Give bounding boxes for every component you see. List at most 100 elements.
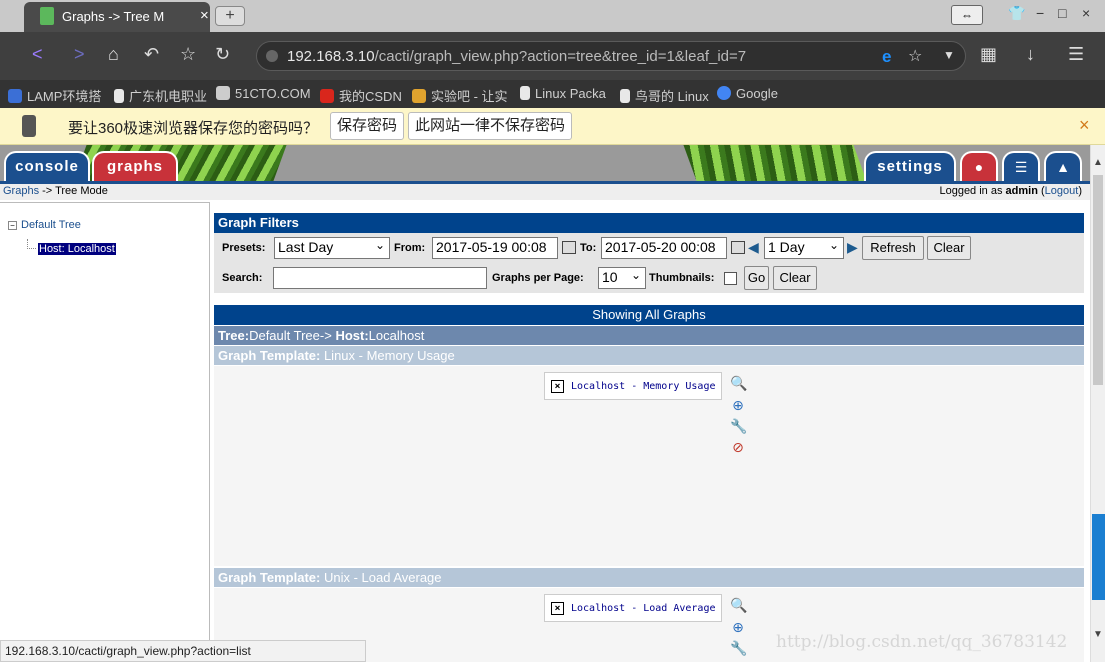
tab-console[interactable]: console: [4, 151, 90, 181]
properties-wrench-icon[interactable]: 🔧: [730, 418, 747, 434]
never-save-password-button[interactable]: 此网站一律不保存密码: [408, 112, 573, 140]
forward-icon[interactable]: >: [74, 44, 85, 65]
minimize-button[interactable]: −: [1036, 5, 1044, 21]
tab-title: Graphs -> Tree M: [62, 9, 165, 24]
bookmark-item[interactable]: 51CTO.COM: [216, 86, 311, 101]
graph-template-header: Graph Template: Linux - Memory Usage: [214, 346, 1084, 365]
timespan-select[interactable]: 1 Day ⌄: [764, 237, 844, 259]
scroll-up-icon[interactable]: ▲: [1093, 157, 1103, 168]
broken-image-icon: ×: [551, 380, 564, 393]
scroll-down-icon[interactable]: ▼: [1093, 629, 1103, 640]
bookmark-item[interactable]: 广东机电职业: [114, 86, 207, 105]
new-tab-button[interactable]: +: [215, 6, 245, 26]
list-view-icon[interactable]: ☰: [1002, 151, 1040, 181]
address-host: 192.168.3.10: [287, 48, 375, 65]
tree-connector: [27, 239, 36, 249]
header-leaf-graphic: [683, 145, 867, 181]
status-url-tooltip: 192.168.3.10/cacti/graph_view.php?action…: [0, 640, 366, 662]
graph-filters-title: Graph Filters: [214, 213, 1084, 233]
calendar-icon[interactable]: [731, 241, 745, 254]
to-date-input[interactable]: 2017-05-20 00:08: [601, 237, 727, 259]
breadcrumb: Graphs -> Tree Mode: [3, 185, 108, 197]
chevron-down-icon: ⌄: [828, 238, 839, 252]
export-csv-icon[interactable]: ⊕: [730, 619, 746, 635]
ie-mode-icon[interactable]: e: [882, 47, 891, 67]
bookmark-star-icon[interactable]: ☆: [908, 46, 922, 66]
favorite-icon[interactable]: ☆: [180, 44, 196, 65]
bookmark-item[interactable]: 我的CSDN: [320, 86, 402, 105]
broken-image-icon: ×: [551, 602, 564, 615]
collapse-toggle-icon[interactable]: −: [8, 221, 17, 230]
address-path: /cacti/graph_view.php?action=tree&tree_i…: [374, 48, 747, 65]
site-info-icon[interactable]: [266, 50, 278, 62]
clear-search-button[interactable]: Clear: [773, 266, 817, 290]
download-icon[interactable]: ↓: [1026, 44, 1035, 65]
calendar-icon[interactable]: [562, 241, 576, 254]
graph-image[interactable]: × Localhost - Load Average: [544, 594, 722, 622]
bookmark-item[interactable]: Linux Packa: [520, 86, 606, 101]
thumbnails-checkbox[interactable]: [724, 272, 737, 285]
browser-tab-bar: Graphs -> Tree M × + ⇔ 👕 − □ ×: [0, 0, 1105, 32]
skin-icon[interactable]: 👕: [1008, 5, 1025, 22]
zoom-icon[interactable]: 🔍: [730, 375, 747, 391]
save-password-button[interactable]: 保存密码: [330, 112, 405, 140]
search-input[interactable]: [273, 267, 487, 289]
breadcrumb-graphs-link[interactable]: Graphs: [3, 185, 39, 197]
bookmark-item[interactable]: LAMP环境搭: [8, 86, 101, 105]
zoom-icon[interactable]: 🔍: [730, 597, 747, 613]
clear-button[interactable]: Clear: [927, 236, 971, 260]
browser-tab-active[interactable]: Graphs -> Tree M ×: [24, 2, 210, 32]
graph-image[interactable]: × Localhost - Memory Usage: [544, 372, 722, 400]
window-layout-icon[interactable]: ⇔: [951, 5, 983, 25]
tree-view-icon[interactable]: ●: [960, 151, 998, 181]
back-icon[interactable]: <: [32, 44, 43, 65]
bookmark-item[interactable]: 实验吧 - 让实: [412, 86, 508, 105]
export-csv-icon[interactable]: ⊕: [730, 397, 746, 413]
tree-node-label: Default Tree: [21, 219, 81, 231]
watermark: http://blog.csdn.net/qq_36783142: [776, 632, 1068, 652]
bookmark-item[interactable]: 鸟哥的 Linux: [620, 86, 709, 105]
tab-settings[interactable]: settings: [864, 151, 956, 181]
address-dropdown-icon[interactable]: ▼: [943, 48, 955, 62]
shift-left-icon[interactable]: ◀: [748, 239, 759, 256]
home-icon[interactable]: ⌂: [108, 44, 119, 65]
side-widget[interactable]: [1092, 514, 1105, 600]
login-status: Logged in as admin (Logout): [939, 185, 1082, 197]
tree-node-default-tree[interactable]: − Default Tree: [8, 219, 81, 231]
graph-filters-panel: Graph Filters Presets: Last Day ⌄ From: 2…: [214, 213, 1084, 293]
logged-in-user: admin: [1005, 185, 1038, 197]
reload-icon[interactable]: ↻: [215, 44, 230, 65]
undo-icon[interactable]: ↶: [144, 44, 159, 65]
close-icon[interactable]: ×: [1079, 115, 1090, 136]
bookmark-item[interactable]: Google: [717, 86, 778, 101]
graph-title: Localhost - Load Average: [571, 603, 716, 614]
go-button[interactable]: Go: [744, 266, 769, 290]
tree-node-localhost[interactable]: Host: Localhost: [38, 243, 116, 255]
address-bar[interactable]: 192.168.3.10/cacti/graph_view.php?action…: [256, 41, 966, 71]
tab-close-icon[interactable]: ×: [200, 7, 209, 24]
scroll-thumb[interactable]: [1093, 175, 1103, 385]
preview-view-icon[interactable]: ▲: [1044, 151, 1082, 181]
search-label: Search:: [222, 272, 263, 284]
graphs-per-page-select[interactable]: 10 ⌄: [598, 267, 646, 289]
cacti-header: console graphs settings ● ☰ ▲: [0, 145, 1090, 181]
menu-icon[interactable]: ☰: [1068, 44, 1084, 65]
logout-link[interactable]: Logout: [1045, 185, 1079, 197]
apps-grid-icon[interactable]: ▦: [980, 44, 997, 65]
close-window-button[interactable]: ×: [1082, 5, 1090, 21]
presets-select[interactable]: Last Day ⌄: [274, 237, 390, 259]
maximize-button[interactable]: □: [1058, 5, 1066, 21]
from-date-input[interactable]: 2017-05-19 00:08: [432, 237, 558, 259]
bookmarks-bar: LAMP环境搭 广东机电职业 51CTO.COM 我的CSDN 实验吧 - 让实…: [0, 80, 1105, 108]
shift-right-icon[interactable]: ▶: [847, 239, 858, 256]
properties-wrench-icon[interactable]: 🔧: [730, 640, 747, 656]
to-label: To:: [580, 242, 597, 254]
browser-nav-bar: < > ⌂ ↶ ☆ ↻ 192.168.3.10/cacti/graph_vie…: [0, 32, 1105, 80]
graph-tree-panel: − Default Tree Host: Localhost: [0, 202, 210, 662]
tree-host-header: Tree:Default Tree-> Host:Localhost: [214, 326, 1084, 345]
graph-utility-icon[interactable]: ⊘: [730, 439, 746, 455]
tab-graphs[interactable]: graphs: [92, 151, 178, 181]
refresh-button[interactable]: Refresh: [862, 236, 924, 260]
from-label: From:: [394, 242, 426, 254]
save-password-message: 要让360极速浏览器保存您的密码吗？: [68, 120, 319, 137]
